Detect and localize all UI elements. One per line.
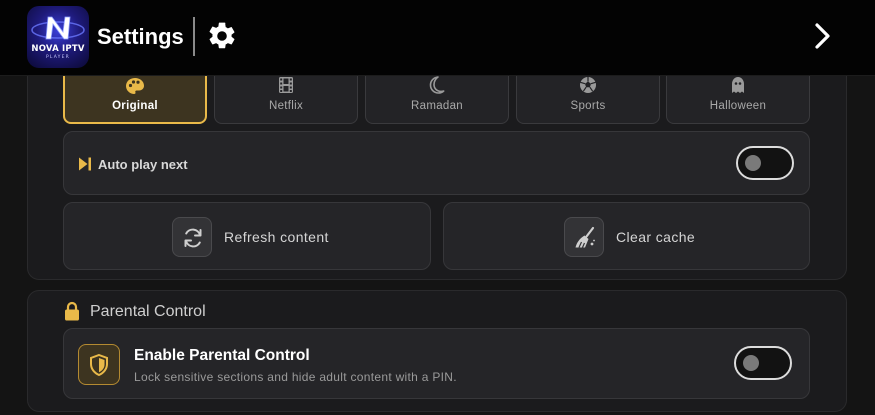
soccer-ball-icon [580,77,596,93]
autoplay-next-toggle[interactable] [736,146,794,180]
theme-label: Sports [570,100,606,112]
app-header: NOVA IPTV PLAYER Settings [0,0,875,76]
lock-icon [65,301,79,321]
parental-control-title: Enable Parental Control [134,347,310,364]
clear-cache-label: Clear cache [616,229,696,245]
theme-netflix-button[interactable]: Netflix [214,68,358,124]
palette-icon [126,78,144,94]
app-logo[interactable]: NOVA IPTV PLAYER [27,6,89,68]
chevron-right-icon[interactable] [808,20,836,52]
autoplay-next-label: Auto play next [98,157,188,172]
theme-original-button[interactable]: Original [63,68,207,124]
theme-label: Ramadan [411,100,463,112]
film-icon [279,77,293,93]
parental-control-description: Lock sensitive sections and hide adult c… [134,370,457,384]
broom-icon [575,226,595,248]
parental-control-toggle[interactable] [734,346,792,380]
clear-cache-button[interactable]: Clear cache [443,202,810,270]
logo-subtext: PLAYER [46,55,70,60]
crescent-moon-icon [429,76,445,94]
shield-icon-box [78,344,120,385]
autoplay-next-row[interactable]: Auto play next [63,131,810,195]
page-title: Settings [97,24,184,49]
theme-label: Halloween [709,100,767,112]
logo-text: NOVA IPTV [31,44,85,54]
refresh-icon-box [172,217,212,257]
broom-icon-box [564,217,604,257]
parental-section-title: Parental Control [90,303,206,320]
refresh-content-label: Refresh content [224,229,329,245]
theme-ramadan-button[interactable]: Ramadan [365,68,509,124]
theme-label: Netflix [268,100,304,112]
gear-icon[interactable] [206,20,238,52]
header-divider [193,17,195,56]
enable-parental-control-row[interactable]: Enable Parental Control Lock sensitive s… [63,328,810,399]
shield-icon [90,354,108,376]
ghost-icon [732,77,744,93]
toggle-knob [743,355,759,371]
skip-next-icon [79,157,91,171]
theme-sports-button[interactable]: Sports [516,68,660,124]
refresh-content-button[interactable]: Refresh content [63,202,431,270]
toggle-knob [745,155,761,171]
theme-halloween-button[interactable]: Halloween [666,68,810,124]
theme-label: Original [112,100,158,112]
refresh-icon [184,228,202,248]
